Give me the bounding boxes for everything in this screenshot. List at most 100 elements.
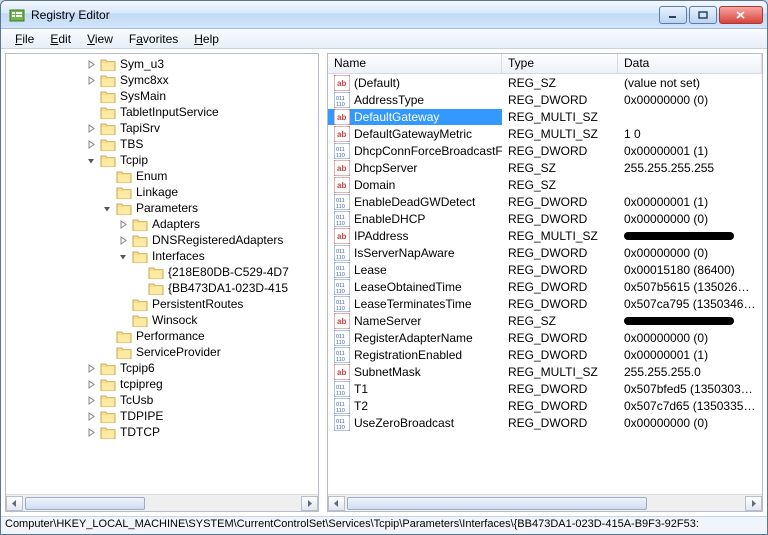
menu-edit[interactable]: Edit — [42, 31, 79, 47]
scroll-right-button[interactable] — [745, 496, 762, 511]
list-item[interactable]: IsServerNapAwareREG_DWORD0x00000000 (0) — [328, 244, 762, 261]
value-name-cell[interactable]: IsServerNapAware — [328, 245, 502, 261]
value-name-cell[interactable]: DefaultGatewayMetric — [328, 126, 502, 142]
col-name[interactable]: Name — [328, 54, 502, 73]
list-item[interactable]: AddressTypeREG_DWORD0x00000000 (0) — [328, 91, 762, 108]
tree-item[interactable]: Sym_u3 — [6, 56, 318, 72]
menu-favorites[interactable]: Favorites — [121, 31, 186, 47]
value-name-cell[interactable]: Lease — [328, 262, 502, 278]
tree-item[interactable]: TDTCP — [6, 424, 318, 440]
tree-item[interactable]: Symc8xx — [6, 72, 318, 88]
scroll-thumb[interactable] — [25, 497, 145, 510]
registry-tree[interactable]: Sym_u3Symc8xxSysMainTabletInputServiceTa… — [6, 54, 318, 494]
chevron-right-icon[interactable] — [86, 123, 97, 134]
tree-item[interactable]: Interfaces — [6, 248, 318, 264]
tree-item[interactable]: Tcpip6 — [6, 360, 318, 376]
tree-item[interactable]: tcpipreg — [6, 376, 318, 392]
tree-item[interactable]: Winsock — [6, 312, 318, 328]
scroll-track[interactable] — [23, 496, 301, 511]
list-item[interactable]: DefaultGatewayREG_MULTI_SZ — [328, 108, 762, 125]
titlebar[interactable]: Registry Editor — [1, 1, 767, 29]
scroll-right-button[interactable] — [301, 496, 318, 511]
list-item[interactable]: EnableDeadGWDetectREG_DWORD0x00000001 (1… — [328, 193, 762, 210]
value-name-cell[interactable]: RegisterAdapterName — [328, 330, 502, 346]
tree-item[interactable]: Parameters — [6, 200, 318, 216]
list-item[interactable]: IPAddressREG_MULTI_SZ — [328, 227, 762, 244]
tree-item[interactable]: ServiceProvider — [6, 344, 318, 360]
tree-item[interactable]: SysMain — [6, 88, 318, 104]
list-item[interactable]: RegistrationEnabledREG_DWORD0x00000001 (… — [328, 346, 762, 363]
list-item[interactable]: UseZeroBroadcastREG_DWORD0x00000000 (0) — [328, 414, 762, 431]
list-item[interactable]: DefaultGatewayMetricREG_MULTI_SZ1 0 — [328, 125, 762, 142]
menu-help[interactable]: Help — [186, 31, 227, 47]
tree-item[interactable]: TapiSrv — [6, 120, 318, 136]
value-name-cell[interactable]: NameServer — [328, 313, 502, 329]
tree-hscrollbar[interactable] — [6, 494, 318, 511]
value-name-cell[interactable]: IPAddress — [328, 228, 502, 244]
tree-item[interactable]: TBS — [6, 136, 318, 152]
maximize-button[interactable] — [689, 6, 717, 24]
value-name-cell[interactable]: SubnetMask — [328, 364, 502, 380]
value-name-cell[interactable]: DefaultGateway — [328, 109, 502, 125]
list-item[interactable]: EnableDHCPREG_DWORD0x00000000 (0) — [328, 210, 762, 227]
value-name-cell[interactable]: LeaseObtainedTime — [328, 279, 502, 295]
scroll-track[interactable] — [345, 496, 745, 511]
chevron-right-icon[interactable] — [86, 379, 97, 390]
value-name-cell[interactable]: DhcpConnForceBroadcastF... — [328, 143, 502, 159]
list-item[interactable]: LeaseTerminatesTimeREG_DWORD0x507ca795 (… — [328, 295, 762, 312]
value-name-cell[interactable]: UseZeroBroadcast — [328, 415, 502, 431]
tree-item[interactable]: {218E80DB-C529-4D7 — [6, 264, 318, 280]
list-item[interactable]: T1REG_DWORD0x507bfed5 (1350303445) — [328, 380, 762, 397]
tree-item[interactable]: TDPIPE — [6, 408, 318, 424]
chevron-down-icon[interactable] — [86, 155, 97, 166]
tree-item[interactable]: TabletInputService — [6, 104, 318, 120]
tree-item[interactable]: Linkage — [6, 184, 318, 200]
close-button[interactable] — [719, 6, 763, 24]
value-name-cell[interactable]: Domain — [328, 177, 502, 193]
list-item[interactable]: RegisterAdapterNameREG_DWORD0x00000000 (… — [328, 329, 762, 346]
tree-item[interactable]: PersistentRoutes — [6, 296, 318, 312]
minimize-button[interactable] — [659, 6, 687, 24]
value-name-cell[interactable]: EnableDeadGWDetect — [328, 194, 502, 210]
value-name-cell[interactable]: (Default) — [328, 75, 502, 91]
value-name-cell[interactable]: T2 — [328, 398, 502, 414]
chevron-down-icon[interactable] — [102, 203, 113, 214]
list-header[interactable]: Name Type Data — [328, 54, 762, 74]
chevron-down-icon[interactable] — [118, 251, 129, 262]
scroll-left-button[interactable] — [6, 496, 23, 511]
chevron-right-icon[interactable] — [86, 75, 97, 86]
list-item[interactable]: (Default)REG_SZ(value not set) — [328, 74, 762, 91]
chevron-right-icon[interactable] — [118, 235, 129, 246]
chevron-right-icon[interactable] — [86, 427, 97, 438]
col-type[interactable]: Type — [502, 54, 618, 73]
tree-item[interactable]: {BB473DA1-023D-415 — [6, 280, 318, 296]
tree-item[interactable]: TcUsb — [6, 392, 318, 408]
list-item[interactable]: DhcpConnForceBroadcastF...REG_DWORD0x000… — [328, 142, 762, 159]
col-data[interactable]: Data — [618, 54, 762, 73]
list-item[interactable]: LeaseREG_DWORD0x00015180 (86400) — [328, 261, 762, 278]
list-item[interactable]: NameServerREG_SZ — [328, 312, 762, 329]
list-item[interactable]: LeaseObtainedTimeREG_DWORD0x507b5615 (13… — [328, 278, 762, 295]
scroll-thumb[interactable] — [347, 497, 647, 510]
list-item[interactable]: SubnetMaskREG_MULTI_SZ255.255.255.0 — [328, 363, 762, 380]
value-name-cell[interactable]: T1 — [328, 381, 502, 397]
menu-view[interactable]: View — [79, 31, 121, 47]
value-name-cell[interactable]: RegistrationEnabled — [328, 347, 502, 363]
value-name-cell[interactable]: DhcpServer — [328, 160, 502, 176]
list-hscrollbar[interactable] — [328, 494, 762, 511]
tree-item[interactable]: Performance — [6, 328, 318, 344]
value-name-cell[interactable]: AddressType — [328, 92, 502, 108]
chevron-right-icon[interactable] — [86, 59, 97, 70]
tree-item[interactable]: Enum — [6, 168, 318, 184]
chevron-right-icon[interactable] — [86, 363, 97, 374]
chevron-right-icon[interactable] — [86, 411, 97, 422]
values-list[interactable]: (Default)REG_SZ(value not set)AddressTyp… — [328, 74, 762, 494]
value-name-cell[interactable]: LeaseTerminatesTime — [328, 296, 502, 312]
chevron-right-icon[interactable] — [86, 139, 97, 150]
scroll-left-button[interactable] — [328, 496, 345, 511]
list-item[interactable]: DhcpServerREG_SZ255.255.255.255 — [328, 159, 762, 176]
chevron-right-icon[interactable] — [86, 395, 97, 406]
tree-item[interactable]: Adapters — [6, 216, 318, 232]
chevron-right-icon[interactable] — [118, 219, 129, 230]
tree-item[interactable]: Tcpip — [6, 152, 318, 168]
